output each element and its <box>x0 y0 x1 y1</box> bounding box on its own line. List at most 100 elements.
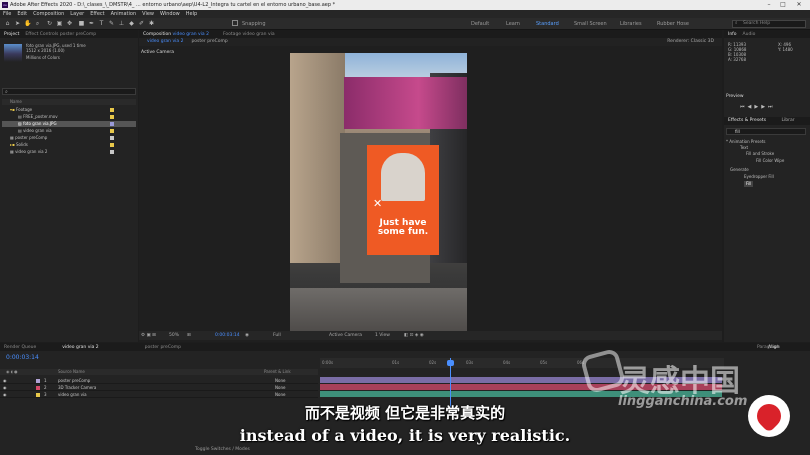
workspace-learn[interactable]: Learn <box>506 20 520 28</box>
tab-effects-presets[interactable]: Effects & Presets <box>728 118 766 123</box>
tab-project[interactable]: Project <box>4 32 19 37</box>
ruler-tick: 01s <box>392 360 400 365</box>
menu-effect[interactable]: Effect <box>90 10 104 18</box>
fx-tree-item[interactable]: Fill and Stroke <box>746 151 774 157</box>
snapping-checkbox[interactable] <box>232 20 238 26</box>
fx-tree-item[interactable]: Generate <box>730 167 749 173</box>
tab-composition[interactable]: Composition video gran via 2 <box>143 32 209 37</box>
parent-select[interactable]: None <box>275 384 285 391</box>
magnification-select[interactable]: 50% <box>169 331 179 340</box>
pan-behind-tool-icon[interactable]: ✥ <box>66 20 73 27</box>
tab-align[interactable]: Align <box>768 345 779 350</box>
brush-tool-icon[interactable]: ✎ <box>108 20 115 27</box>
menu-file[interactable]: File <box>3 10 11 18</box>
list-item[interactable]: ▦ poster preComp <box>2 135 136 141</box>
subtab-video-gran-via-2[interactable]: video gran via 2 <box>147 38 183 46</box>
list-item[interactable]: ▾▪ Footage <box>2 107 136 113</box>
menu-layer[interactable]: Layer <box>70 10 84 18</box>
grid-icon[interactable]: ⊞ <box>187 331 191 340</box>
renderer-label: Renderer: <box>667 39 690 44</box>
composition-frame[interactable]: ✕ Just have some fun. <box>290 53 467 331</box>
current-time-indicator-head[interactable] <box>447 360 454 366</box>
home-icon[interactable]: ⌂ <box>4 20 11 27</box>
selection-tool-icon[interactable]: ➤ <box>14 20 21 27</box>
rotate-tool-icon[interactable]: ↻ <box>46 20 53 27</box>
camera-tool-icon[interactable]: ▣ <box>56 20 63 27</box>
timeline-timecode[interactable]: 0:00:03:14 <box>6 354 39 361</box>
tab-effect-controls[interactable]: Effect Controls poster preComp <box>25 32 96 37</box>
tab-audio[interactable]: Audio <box>743 32 756 37</box>
table-row[interactable]: ◉ 3 video gran via None <box>0 391 318 398</box>
menu-edit[interactable]: Edit <box>17 10 27 18</box>
resolution-select[interactable]: Full <box>273 331 281 340</box>
visibility-icon[interactable]: ◉ <box>3 377 7 384</box>
column-source-name[interactable]: Source Name <box>58 369 85 375</box>
tab-info[interactable]: Info <box>728 32 737 37</box>
toggle-icons[interactable]: ◧ ⊡ ◈ ◉ <box>404 331 424 340</box>
current-time[interactable]: 0:00:03:14 <box>215 331 240 340</box>
hand-tool-icon[interactable]: ✋ <box>24 20 31 27</box>
project-search-input[interactable]: ⌕ <box>2 88 136 95</box>
list-item[interactable]: ▦ video gran via 2 <box>2 149 136 155</box>
parent-select[interactable]: None <box>275 377 285 384</box>
preview-controls[interactable]: ⏮◀▶▶⏭ <box>740 104 776 110</box>
list-item[interactable]: ▤ FREE_poster.mov <box>2 114 136 120</box>
tab-paragraph[interactable]: Paragraph <box>757 345 810 350</box>
toggle-switches-modes[interactable]: Toggle Switches / Modes <box>195 447 250 452</box>
workspace-rubber-hose[interactable]: Rubber Hose <box>657 20 689 28</box>
type-tool-icon[interactable]: T <box>98 20 105 27</box>
ruler-tick: 02s <box>429 360 437 365</box>
pen-tool-icon[interactable]: ✒ <box>88 20 95 27</box>
tab-video-gran-via-2[interactable]: video gran via 2 <box>62 345 98 350</box>
fx-tree-item[interactable]: Eyedropper Fill <box>744 174 774 180</box>
column-name[interactable]: Name <box>10 99 22 104</box>
kiosk-billboard <box>344 77 467 129</box>
eraser-tool-icon[interactable]: ◆ <box>128 20 135 27</box>
tab-poster-precomp[interactable]: poster preComp <box>145 345 181 350</box>
fx-tree-item[interactable]: Fill Color Wipe <box>756 158 784 164</box>
list-item[interactable]: ▤ video gran via <box>2 128 136 134</box>
menu-composition[interactable]: Composition <box>33 10 64 18</box>
menu-view[interactable]: View <box>142 10 154 18</box>
layer-name[interactable]: poster preComp <box>58 377 90 384</box>
tab-render-queue[interactable]: Render Queue <box>4 345 36 350</box>
parent-select[interactable]: None <box>275 391 285 398</box>
table-row[interactable]: ◉ 2 3D Tracker Camera None <box>0 384 318 391</box>
column-parent-link[interactable]: Parent & Link <box>264 369 291 375</box>
clone-stamp-tool-icon[interactable]: ⊥ <box>118 20 125 27</box>
viewer-icons[interactable]: ⚙ ▣ ⊞ <box>141 331 156 340</box>
visibility-icon[interactable]: ◉ <box>3 391 7 398</box>
close-icon[interactable]: ✕ <box>792 0 806 10</box>
renderer-info[interactable]: Renderer: Classic 3D <box>667 38 722 46</box>
workspace-small-screen[interactable]: Small Screen <box>574 20 607 28</box>
minimize-icon[interactable]: – <box>762 0 776 10</box>
puppet-tool-icon[interactable]: ✱ <box>148 20 155 27</box>
menu-window[interactable]: Window <box>160 10 180 18</box>
list-item[interactable]: ▨ foto gran via.JPG <box>2 121 136 127</box>
menu-help[interactable]: Help <box>186 10 197 18</box>
subtab-poster-precomp[interactable]: poster preComp <box>191 38 227 46</box>
workspace-default[interactable]: Default <box>471 20 489 28</box>
search-help-input[interactable]: ⌕ Search Help <box>732 20 806 28</box>
layer-name[interactable]: 3D Tracker Camera <box>58 384 96 391</box>
views-select[interactable]: 1 View <box>375 331 390 340</box>
effects-search-input[interactable]: fill <box>726 128 806 135</box>
menu-animation[interactable]: Animation <box>111 10 137 18</box>
roto-brush-tool-icon[interactable]: ✐ <box>138 20 145 27</box>
workspace-standard[interactable]: Standard <box>536 20 559 28</box>
layer-name[interactable]: video gran via <box>58 391 87 398</box>
rectangle-tool-icon[interactable]: ■ <box>78 20 85 27</box>
snapshot-icon[interactable]: ◉ <box>245 331 249 340</box>
list-item[interactable]: ▸▪ Solids <box>2 142 136 148</box>
fx-tree-item-selected[interactable]: Fill <box>744 181 754 187</box>
visibility-icon[interactable]: ◉ <box>3 384 7 391</box>
preview-tab[interactable]: Preview <box>726 94 744 99</box>
maximize-icon[interactable]: □ <box>776 0 790 10</box>
table-row[interactable]: ◉ 1 poster preComp None <box>0 377 318 384</box>
workspace-libraries[interactable]: Libraries <box>620 20 642 28</box>
camera-select[interactable]: Active Camera <box>329 331 362 340</box>
tab-libraries[interactable]: Librar <box>781 118 794 123</box>
tab-footage[interactable]: Footage video gran via <box>223 32 275 37</box>
zoom-tool-icon[interactable]: ⌕ <box>34 20 41 27</box>
tab-composition-name: video gran via 2 <box>172 31 209 37</box>
